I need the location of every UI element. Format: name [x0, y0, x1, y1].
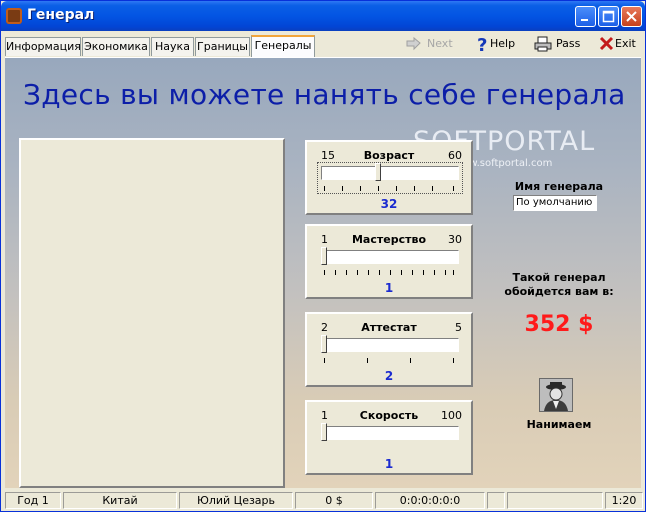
next-label: Next — [427, 37, 453, 50]
certificate-value: 2 — [384, 369, 394, 383]
age-slider-ticks — [324, 186, 454, 192]
exit-label: Exit — [615, 37, 636, 50]
age-title: Возраст — [363, 149, 415, 162]
tab-economy[interactable]: Экономика — [82, 37, 150, 56]
status-counts: 0:0:0:0:0:0 — [375, 492, 485, 509]
status-ruler: Юлий Цезарь — [179, 492, 293, 509]
status-extra-2 — [507, 492, 603, 509]
general-window: Генерал Информация Экономика Наука Грани… — [0, 0, 646, 512]
speed-slider-track[interactable] — [321, 426, 459, 440]
cost-label-line1: Такой генерал — [512, 271, 606, 284]
maximize-icon — [602, 10, 615, 23]
status-year: Год 1 — [5, 492, 61, 509]
certificate-slider-track[interactable] — [321, 338, 459, 352]
age-slider-thumb[interactable] — [375, 163, 381, 181]
minimize-icon — [581, 19, 588, 21]
hire-button[interactable]: Нанимаем — [501, 418, 617, 431]
tab-borders[interactable]: Границы — [195, 37, 250, 56]
certificate-slider-group: 2 Аттестат 5 2 — [305, 312, 473, 387]
status-bar: Год 1 Китай Юлий Цезарь 0 $ 0:0:0:0:0:0 … — [1, 491, 645, 511]
next-button[interactable]: Next — [405, 32, 465, 56]
speed-max: 100 — [441, 409, 462, 422]
skill-slider-group: 1 Мастерство 30 1 — [305, 224, 473, 299]
help-button[interactable]: ? Help — [474, 32, 526, 56]
printer-icon — [534, 36, 552, 52]
svg-text:?: ? — [477, 35, 487, 53]
status-country: Китай — [63, 492, 177, 509]
status-extra-1 — [487, 492, 505, 509]
cost-price: 352 $ — [524, 312, 594, 337]
skill-value: 1 — [384, 281, 394, 295]
generals-panel: Здесь вы можете нанять себе генерала SOF… — [5, 57, 641, 488]
general-name-input[interactable]: По умолчанию — [513, 195, 597, 211]
speed-slider-thumb[interactable] — [321, 423, 327, 441]
close-icon — [626, 11, 637, 22]
speed-slider-group: 1 Скорость 100 1 — [305, 400, 473, 475]
certificate-slider-thumb[interactable] — [321, 335, 327, 353]
general-app-icon[interactable] — [6, 8, 22, 24]
age-value: 32 — [380, 197, 398, 211]
certificate-slider-ticks — [324, 358, 454, 364]
help-label: Help — [490, 37, 516, 50]
certificate-title: Аттестат — [361, 321, 417, 334]
skill-slider-thumb[interactable] — [321, 247, 327, 265]
pass-label: Pass — [556, 37, 581, 50]
general-portrait-frame — [19, 138, 285, 488]
tab-science[interactable]: Наука — [151, 37, 194, 56]
skill-slider-track[interactable] — [321, 250, 459, 264]
certificate-max: 5 — [455, 321, 462, 334]
tab-information[interactable]: Информация — [5, 37, 81, 56]
pass-button[interactable]: Pass — [534, 32, 584, 56]
x-mark-icon — [599, 36, 614, 51]
age-slider-track[interactable] — [321, 166, 459, 180]
skill-max: 30 — [448, 233, 462, 246]
skill-title: Мастерство — [351, 233, 426, 246]
minimize-button[interactable] — [575, 6, 596, 27]
maximize-button[interactable] — [598, 6, 619, 27]
tab-generals[interactable]: Генералы — [251, 35, 315, 57]
status-time: 1:20 — [605, 492, 643, 509]
title-bar[interactable]: Генерал — [1, 1, 645, 31]
close-button[interactable] — [621, 6, 642, 27]
age-max: 60 — [448, 149, 462, 162]
page-headline: Здесь вы можете нанять себе генерала — [23, 78, 626, 111]
status-money: 0 $ — [295, 492, 373, 509]
arrow-right-icon — [406, 36, 421, 51]
general-portrait-icon[interactable] — [539, 378, 573, 412]
speed-value: 1 — [384, 457, 394, 471]
skill-slider-ticks — [324, 270, 454, 276]
exit-button[interactable]: Exit — [598, 32, 640, 56]
cost-label-line2: обойдется вам в: — [504, 285, 614, 298]
age-slider-group: 15 Возраст 60 32 — [305, 140, 473, 215]
general-name-label: Имя генерала — [514, 180, 604, 193]
window-title: Генерал — [27, 7, 95, 23]
